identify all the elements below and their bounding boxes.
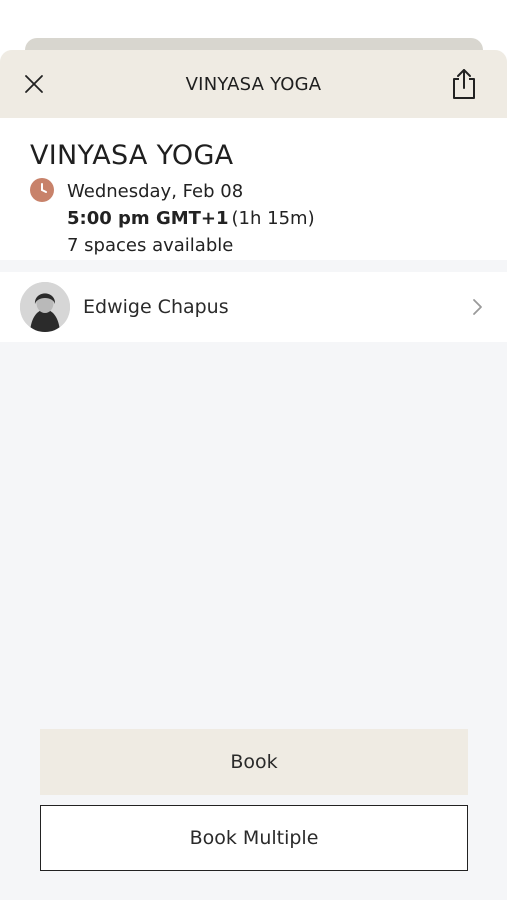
avatar-image: [20, 282, 70, 332]
availability-text: 7 spaces available: [67, 235, 234, 256]
section-separator: [0, 260, 507, 272]
share-icon: [453, 69, 475, 99]
clock-icon: [30, 178, 54, 202]
chevron-right-icon: [473, 299, 482, 315]
close-icon: [25, 75, 43, 93]
class-time-row: 5:00 pm GMT+1 (1h 15m): [67, 205, 315, 232]
screen: VINYASA YOGA VINYASA YOGA Wednesday, Feb…: [0, 0, 507, 900]
class-title: VINYASA YOGA: [30, 140, 234, 171]
class-details: VINYASA YOGA Wednesday, Feb 08 5:00 pm G…: [0, 118, 507, 260]
class-date: Wednesday, Feb 08: [67, 181, 244, 202]
class-duration: (1h 15m): [231, 208, 315, 229]
class-detail-sheet: VINYASA YOGA VINYASA YOGA Wednesday, Feb…: [0, 50, 507, 900]
class-time: 5:00 pm GMT+1: [67, 208, 229, 229]
class-info: Wednesday, Feb 08 5:00 pm GMT+1 (1h 15m) …: [67, 178, 315, 259]
navigation-bar: VINYASA YOGA: [0, 50, 507, 118]
book-multiple-button[interactable]: Book Multiple: [40, 805, 468, 871]
book-button[interactable]: Book: [40, 729, 468, 795]
share-button[interactable]: [449, 67, 479, 101]
navigation-title: VINYASA YOGA: [185, 73, 322, 95]
avatar: [20, 282, 70, 332]
instructor-name: Edwige Chapus: [83, 296, 229, 318]
instructor-row[interactable]: Edwige Chapus: [0, 272, 507, 342]
close-button[interactable]: [20, 70, 48, 98]
